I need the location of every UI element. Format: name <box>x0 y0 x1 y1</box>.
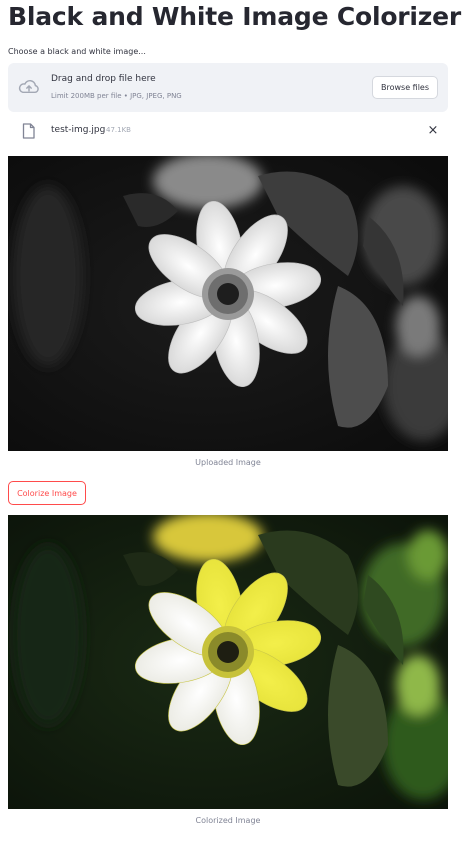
file-dropzone[interactable]: Drag and drop file here Limit 200MB per … <box>8 63 448 112</box>
uploaded-image <box>8 156 448 451</box>
colorize-image-button[interactable]: Colorize Image <box>8 481 86 505</box>
colorized-image <box>8 515 448 809</box>
browse-files-button[interactable]: Browse files <box>372 76 438 99</box>
dropzone-title: Drag and drop file here <box>51 74 156 84</box>
cloud-upload-icon <box>18 80 39 94</box>
dropzone-limit: Limit 200MB per file • JPG, JPEG, PNG <box>51 92 182 100</box>
uploaded-image-caption: Uploaded Image <box>195 458 261 467</box>
file-icon <box>22 123 35 139</box>
page-title: Black and White Image Colorizer <box>8 2 462 31</box>
file-name: test-img.jpg <box>51 125 106 135</box>
file-size: 47.1KB <box>106 126 131 134</box>
remove-file-button[interactable]: × <box>426 122 440 138</box>
close-icon: × <box>427 122 439 138</box>
uploaded-file-row: test-img.jpg 47.1KB × <box>8 118 448 144</box>
colorized-image-caption: Colorized Image <box>195 816 261 825</box>
uploader-label: Choose a black and white image... <box>8 47 146 56</box>
